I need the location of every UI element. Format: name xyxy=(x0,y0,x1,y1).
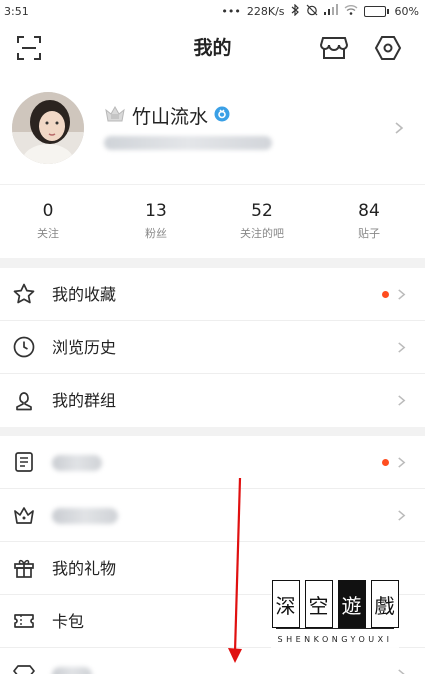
username: 竹山流水 xyxy=(132,106,209,128)
profile-subtitle-blurred xyxy=(104,136,272,150)
menu-item-label: 我的收藏 xyxy=(52,285,117,304)
stat-followed-bars[interactable]: 52 关注的吧 xyxy=(212,201,312,241)
ticket-icon xyxy=(14,614,34,628)
chevron-right-icon xyxy=(398,342,406,353)
menu-item-label: 我的礼物 xyxy=(52,559,117,578)
chevron-right-icon xyxy=(398,395,406,406)
status-time: 3:51 xyxy=(4,4,29,18)
battery-percent: 60% xyxy=(394,4,419,18)
stat-fans-label: 粉丝 xyxy=(145,227,167,240)
profile-chevron-right-icon xyxy=(395,122,404,134)
menu-item-blurred-1[interactable] xyxy=(0,436,425,489)
menu-item-label: 浏览历史 xyxy=(52,338,117,357)
status-bar: 3:51 ••• 228K/s 60% xyxy=(0,0,425,22)
menu-item-label-blurred xyxy=(52,455,102,471)
settings-hex-icon[interactable] xyxy=(372,32,404,64)
bluetooth-icon xyxy=(291,3,300,19)
menu-item-blurred-2[interactable] xyxy=(0,489,425,542)
status-indicators: ••• 228K/s 60% xyxy=(221,3,419,19)
stat-followed-bars-value: 52 xyxy=(251,201,273,221)
menu-item-label: 卡包 xyxy=(52,612,85,631)
notification-dot xyxy=(382,291,389,298)
crown-icon xyxy=(104,104,126,128)
diamond-icon xyxy=(13,665,35,674)
menu-group-1: 我的收藏 浏览历史 我的群组 xyxy=(0,268,425,427)
page-title: 我的 xyxy=(193,37,232,59)
menu-item-favorites[interactable]: 我的收藏 xyxy=(0,268,425,321)
clock-icon xyxy=(13,336,35,358)
stat-following-label: 关注 xyxy=(37,227,59,240)
net-speed: 228K/s xyxy=(246,4,285,18)
watermark-logo: 深 空 遊 戲 SHENKONGYOUXI xyxy=(271,578,399,662)
star-icon xyxy=(13,283,35,304)
profile-card[interactable]: 竹山流水 xyxy=(0,74,425,184)
stat-followed-bars-label: 关注的吧 xyxy=(240,227,284,240)
watermark-char: 空 xyxy=(304,580,333,628)
alarm-off-icon xyxy=(306,4,318,19)
chevron-right-icon xyxy=(398,289,406,300)
stat-following[interactable]: 0 关注 xyxy=(0,201,98,241)
shop-icon[interactable] xyxy=(318,32,350,64)
username-row: 竹山流水 xyxy=(104,102,230,129)
watermark-char: 遊 xyxy=(337,580,366,628)
watermark-char: 深 xyxy=(271,580,300,628)
stat-following-value: 0 xyxy=(42,201,54,221)
stat-fans-value: 13 xyxy=(145,201,167,221)
menu-item-label-blurred xyxy=(52,667,92,674)
menu-item-history[interactable]: 浏览历史 xyxy=(0,321,425,374)
watermark-text: SHENKONGYOUXI xyxy=(277,635,393,644)
crown-outline-icon xyxy=(14,507,34,524)
menu-item-label-blurred xyxy=(52,508,118,524)
signal-icon xyxy=(323,4,338,18)
status-dots: ••• xyxy=(221,4,241,18)
menu-item-label: 我的群组 xyxy=(52,391,117,410)
chevron-right-icon xyxy=(398,510,406,521)
stat-posts[interactable]: 84 贴子 xyxy=(319,201,419,241)
stat-posts-value: 84 xyxy=(358,201,380,221)
stats-bar: 0 关注 13 粉丝 52 关注的吧 84 贴子 xyxy=(0,184,425,258)
wifi-icon xyxy=(344,4,358,18)
avatar[interactable] xyxy=(12,92,84,164)
chevron-right-icon xyxy=(398,457,406,468)
stat-posts-label: 贴子 xyxy=(358,227,380,240)
battery-icon xyxy=(363,5,389,17)
gift-icon xyxy=(14,559,34,578)
verified-badge-icon xyxy=(214,106,230,126)
person-icon xyxy=(16,392,32,411)
menu-item-groups[interactable]: 我的群组 xyxy=(0,374,425,427)
notification-dot xyxy=(382,459,389,466)
stat-fans[interactable]: 13 粉丝 xyxy=(106,201,206,241)
book-icon xyxy=(15,452,33,472)
title-bar: 我的 xyxy=(0,22,425,74)
watermark-char: 戲 xyxy=(370,580,399,628)
chevron-right-icon xyxy=(398,669,405,674)
